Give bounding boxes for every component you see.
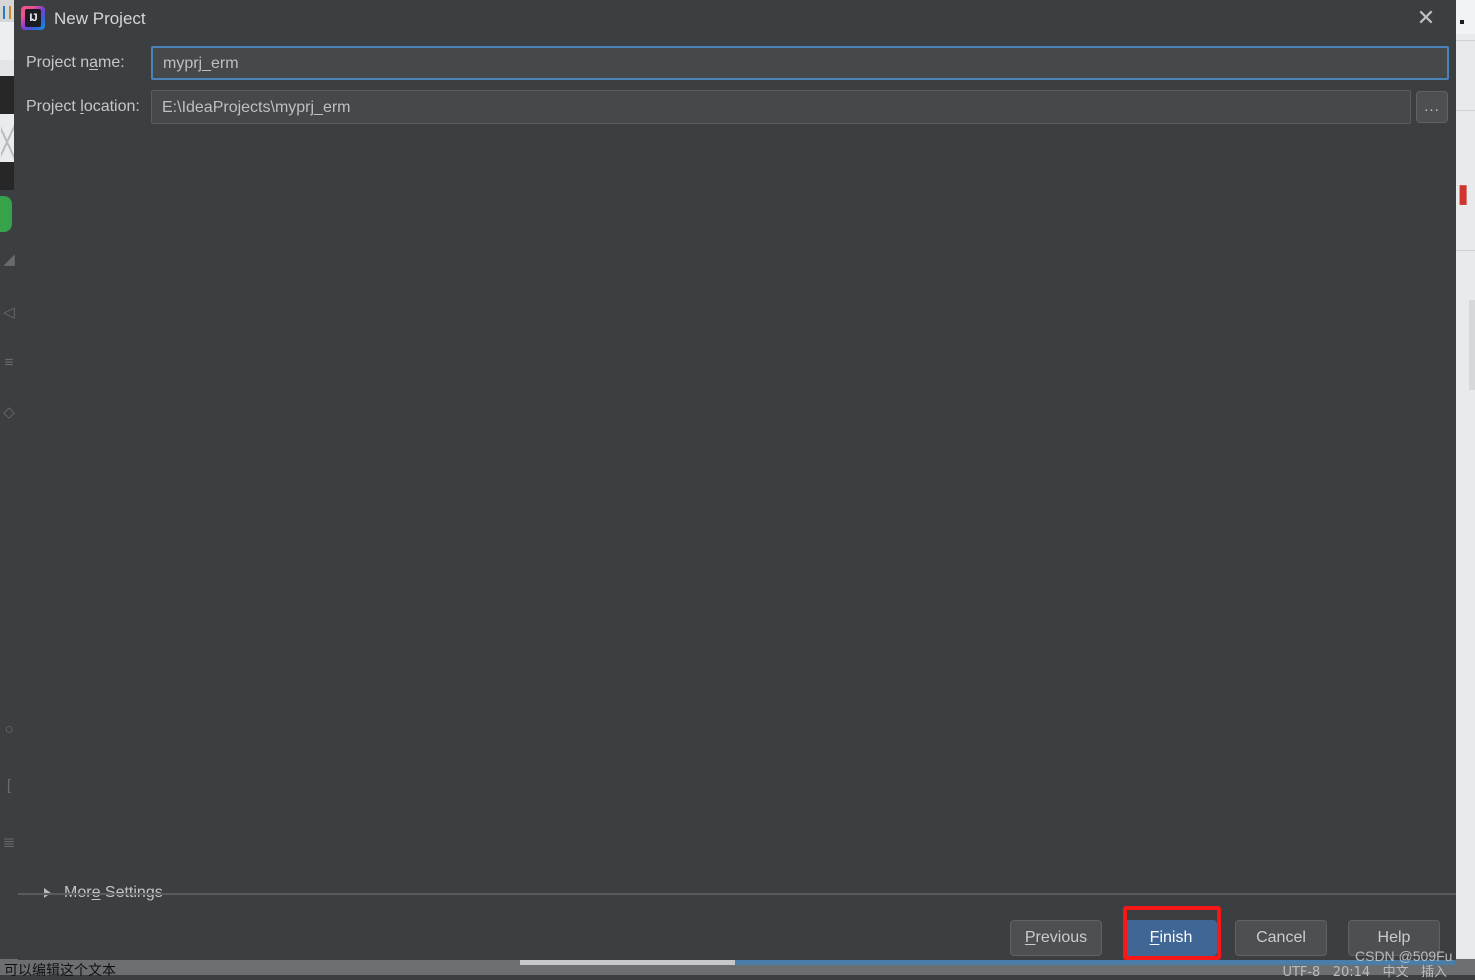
ide-minimap-line-3 <box>1455 250 1475 251</box>
ide-status-text-left: 可以编辑这个文本 <box>4 960 116 980</box>
footer-separator <box>18 893 1456 895</box>
ide-left-toolwindow-strip: ◢ ◁ ≡ ◇ ○ [ ≣ <box>0 0 18 975</box>
project-name-row: Project name: myprj_erm <box>18 46 1456 80</box>
dialog-title: New Project <box>54 7 146 31</box>
finish-button[interactable]: Finish <box>1125 920 1217 956</box>
ide-sidebar-icon-triangle[interactable]: ◁ <box>0 305 18 320</box>
cancel-button[interactable]: Cancel <box>1235 920 1327 956</box>
project-name-label: Project name: <box>26 46 125 80</box>
project-name-label-pre: Project n <box>26 54 89 71</box>
csdn-watermark: CSDN @509Fu <box>1355 948 1452 964</box>
ide-minimap-line-2 <box>1455 110 1475 111</box>
ide-run-indicator <box>0 196 12 232</box>
ide-marker-orange <box>9 6 11 19</box>
project-location-label-pre: Project <box>26 98 80 115</box>
ide-sidebar-icon-list[interactable]: ≡ <box>0 355 18 370</box>
ide-minimap-seg-1 <box>1455 0 1475 34</box>
project-location-input[interactable]: E:\IdeaProjects\myprj_erm <box>151 90 1411 124</box>
ide-left-panel-fragment-3 <box>0 60 14 76</box>
ide-minimap-line-1 <box>1455 40 1475 41</box>
browse-ellipsis-icon[interactable]: ... <box>1416 91 1448 123</box>
new-project-dialog: IJ New Project ✕ Project name: myprj_erm… <box>18 0 1456 960</box>
previous-mnemonic: P <box>1025 929 1036 946</box>
ide-sidebar-icon-menu[interactable]: ≣ <box>0 835 18 850</box>
finish-label: inish <box>1159 929 1192 946</box>
project-name-label-mnemonic: a <box>89 54 98 71</box>
project-location-row: Project location: E:\IdeaProjects\myprj_… <box>18 90 1456 124</box>
ide-right-minimap-strip[interactable]: ❚ <box>1455 0 1475 975</box>
ide-horizontal-scroll-left[interactable] <box>520 960 735 965</box>
ide-status-bar: 可以编辑这个文本 UTF-8 20:14 中文 插入 <box>0 959 1475 975</box>
ide-left-panel-fragment-2 <box>0 22 14 60</box>
ide-sidebar-icon-package[interactable]: ◇ <box>0 405 18 420</box>
previous-label: revious <box>1036 929 1088 946</box>
ide-marker-blue <box>3 6 5 19</box>
ide-minimap-error-marker: ❚ <box>1455 185 1471 204</box>
previous-button[interactable]: Previous <box>1010 920 1102 956</box>
ide-sidebar-icon-structure[interactable]: ◢ <box>0 252 18 267</box>
logo-letters: IJ <box>21 6 45 30</box>
ide-left-panel-fragment-5 <box>0 114 14 162</box>
close-icon[interactable]: ✕ <box>1404 2 1448 36</box>
dialog-titlebar: IJ New Project ✕ <box>18 0 1456 38</box>
intellij-idea-logo-icon: IJ <box>21 6 45 30</box>
finish-mnemonic: F <box>1150 929 1160 946</box>
ide-sidebar-icon-bracket[interactable]: [ <box>0 778 18 793</box>
ide-scratch-icon <box>1 122 14 162</box>
project-location-label: Project location: <box>26 90 140 124</box>
ide-sidebar-icon-clock[interactable]: ○ <box>0 722 18 737</box>
project-name-label-post: me: <box>98 54 125 71</box>
ide-left-panel-fragment-4 <box>0 76 14 114</box>
ide-left-panel-fragment-6 <box>0 162 14 190</box>
ide-minimap-marker-dot <box>1460 20 1464 24</box>
project-name-input[interactable]: myprj_erm <box>151 46 1449 80</box>
project-location-label-post: ocation: <box>84 98 140 115</box>
ide-minimap-scroll-thumb[interactable] <box>1469 300 1475 390</box>
